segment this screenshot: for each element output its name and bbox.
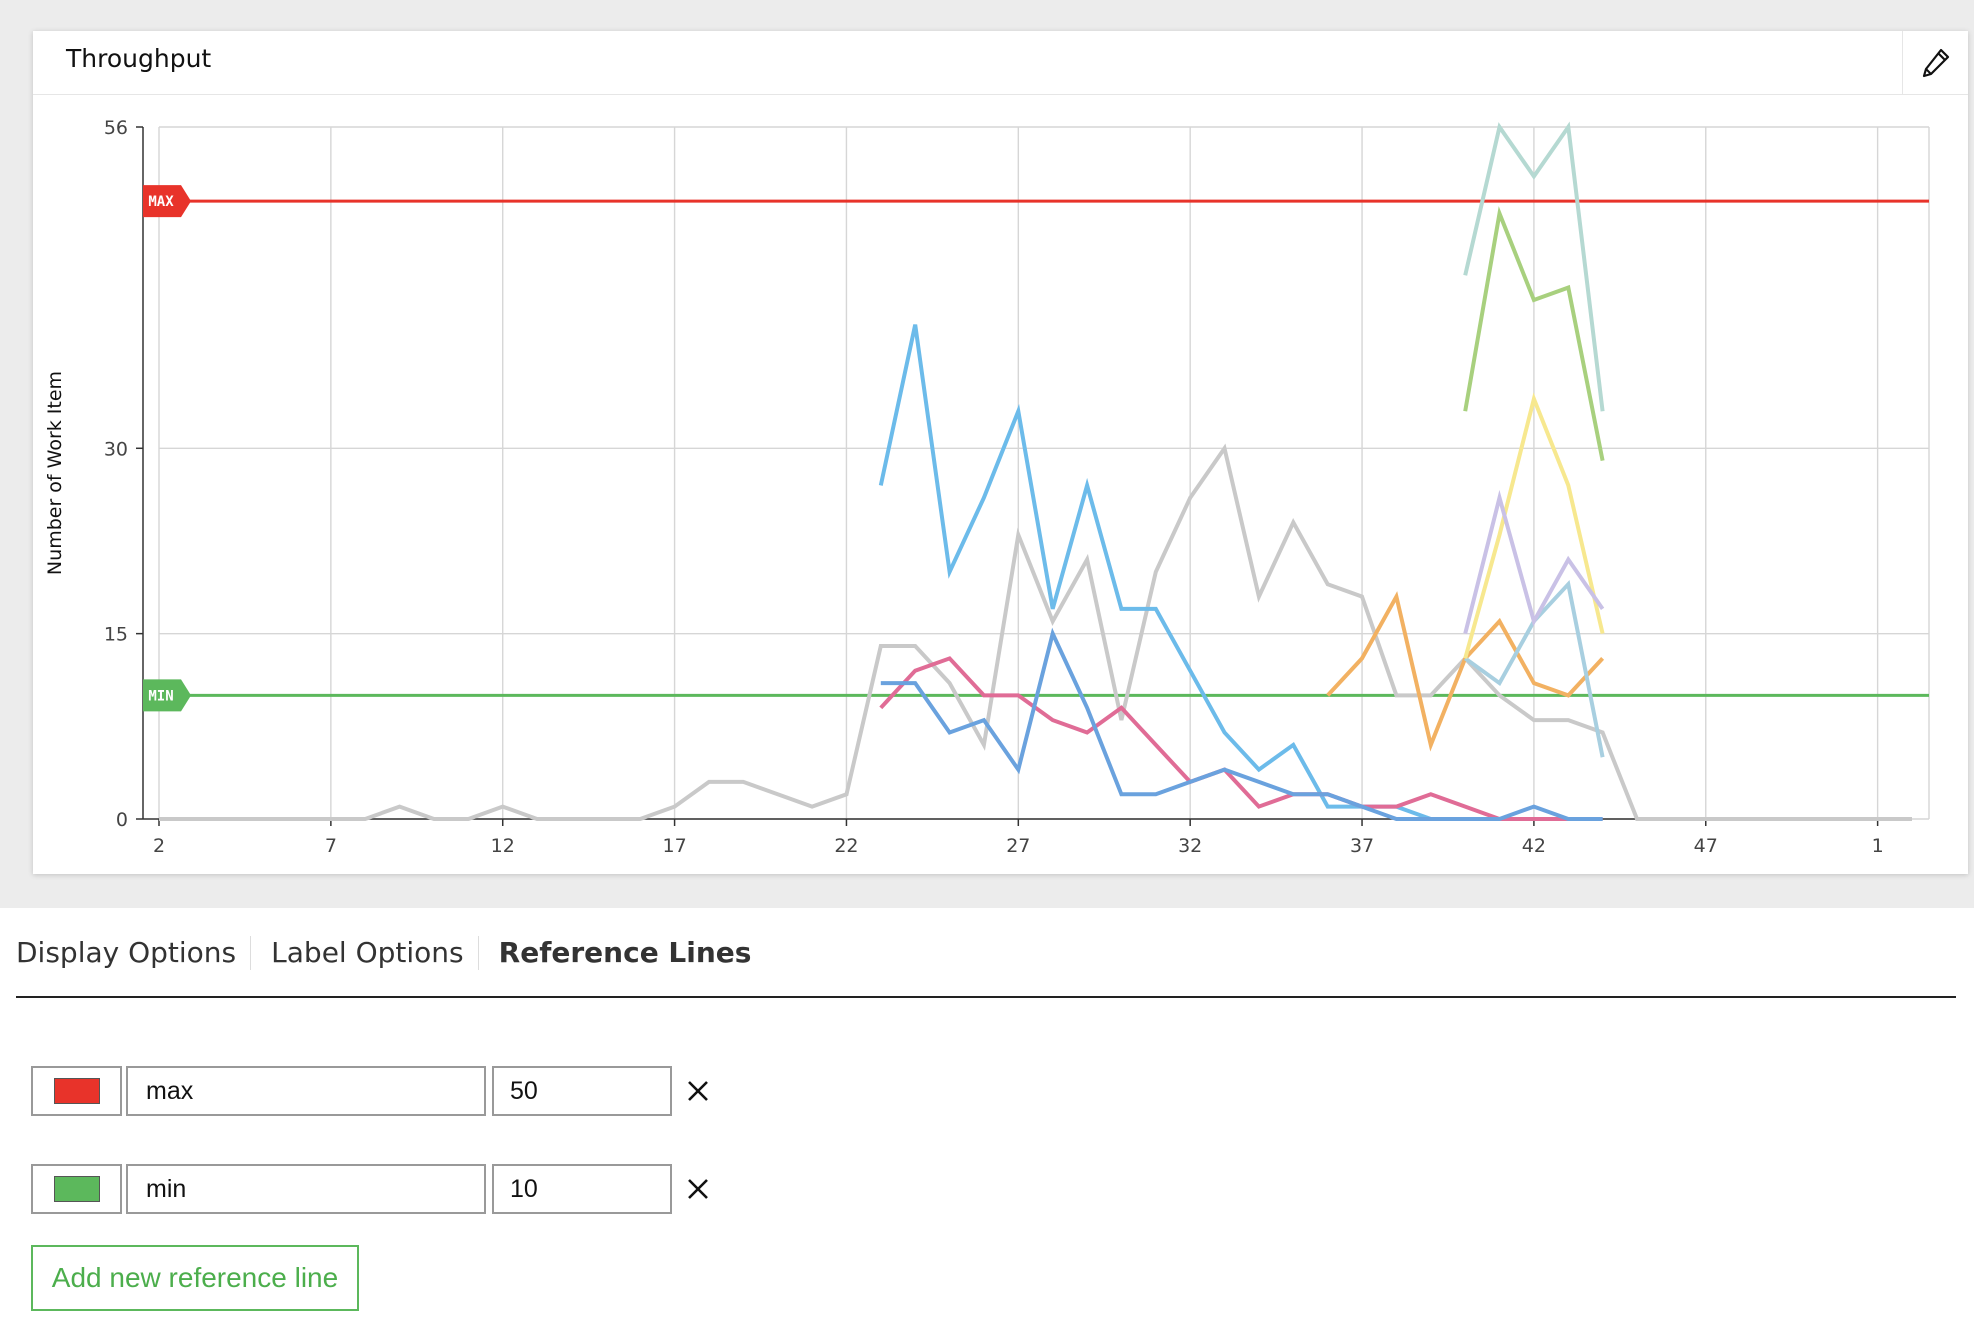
x-tick-label: 12 bbox=[491, 835, 515, 857]
series-line bbox=[880, 627, 1603, 821]
reference-line-row-min bbox=[31, 1164, 718, 1214]
color-swatch bbox=[53, 1078, 100, 1104]
x-tick-label: 37 bbox=[1350, 835, 1374, 857]
color-picker-min[interactable] bbox=[31, 1164, 122, 1214]
reference-line-label: MAX bbox=[148, 194, 174, 210]
y-tick-label: 0 bbox=[116, 809, 128, 831]
y-axis-label: Number of Work Item bbox=[44, 371, 66, 575]
close-icon bbox=[688, 1081, 708, 1101]
x-tick-label: 22 bbox=[834, 835, 858, 857]
reference-value-input[interactable] bbox=[492, 1164, 672, 1214]
x-tick-label: 32 bbox=[1178, 835, 1202, 857]
remove-reference-button[interactable] bbox=[678, 1164, 718, 1214]
throughput-chart: 01530562 7 12 17 22 27 32 37 42 47 1Number of Work… bbox=[44, 117, 1930, 857]
y-tick-label: 30 bbox=[104, 438, 128, 460]
reference-line-label: MIN bbox=[148, 688, 173, 704]
throughput-panel: Throughput 0 15 30 56 2 7 12 17 22 27 32 37 42 47 1 Num… bbox=[33, 31, 1968, 874]
y-tick-label: 15 bbox=[104, 624, 128, 646]
reference-name-input[interactable] bbox=[126, 1066, 486, 1116]
color-swatch bbox=[53, 1176, 100, 1202]
tabs-divider bbox=[16, 996, 1956, 998]
reference-line-row-max bbox=[31, 1066, 718, 1116]
x-tick-label: 1 bbox=[1872, 835, 1884, 857]
options-tabs: Display Options Label Options Reference … bbox=[16, 928, 785, 978]
reference-name-input[interactable] bbox=[126, 1164, 486, 1214]
series-line bbox=[879, 656, 1603, 821]
color-picker-max[interactable] bbox=[31, 1066, 122, 1116]
x-tick-label: 42 bbox=[1522, 835, 1546, 857]
x-tick-label: 27 bbox=[1006, 835, 1030, 857]
reference-value-input[interactable] bbox=[492, 1066, 672, 1116]
tab-label-options[interactable]: Label Options bbox=[271, 936, 479, 970]
x-tick-label: 47 bbox=[1694, 835, 1718, 857]
tab-display-options[interactable]: Display Options bbox=[16, 936, 252, 970]
y-tick-label: 56 bbox=[104, 117, 128, 139]
x-tick-label: 2 bbox=[153, 835, 165, 857]
remove-reference-button[interactable] bbox=[678, 1066, 718, 1116]
x-tick-label: 17 bbox=[662, 835, 686, 857]
add-reference-line-button[interactable]: Add new reference line bbox=[31, 1245, 359, 1311]
series-line bbox=[878, 324, 1603, 821]
tab-reference-lines[interactable]: Reference Lines bbox=[499, 936, 766, 970]
x-tick-label: 7 bbox=[325, 835, 337, 857]
close-icon bbox=[688, 1179, 708, 1199]
